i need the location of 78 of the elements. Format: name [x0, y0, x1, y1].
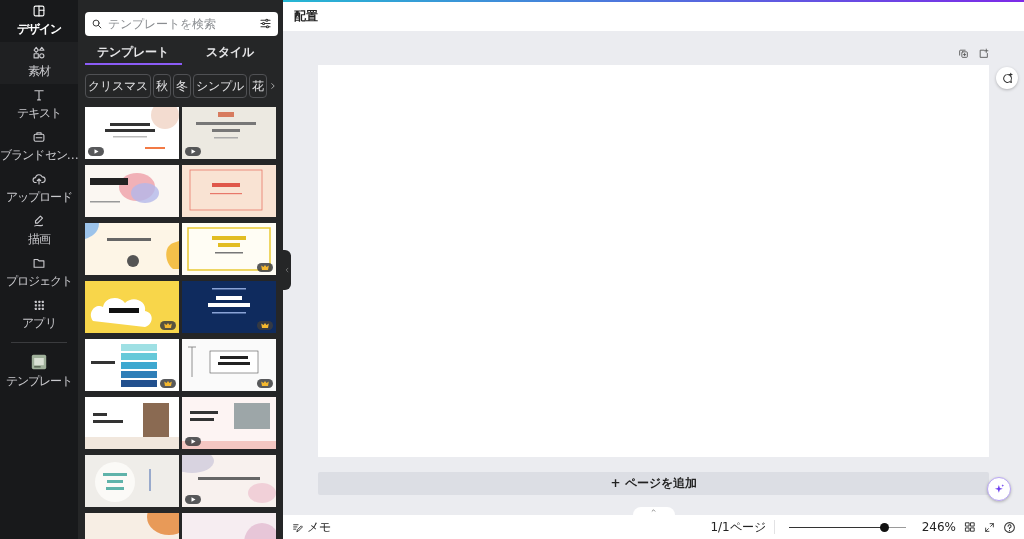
briefcase-icon	[32, 130, 46, 144]
duplicate-page-button[interactable]	[958, 47, 969, 59]
panel-tab[interactable]: スタイル	[181, 41, 278, 65]
template-thumbnail[interactable]	[85, 281, 179, 333]
play-badge-icon	[185, 495, 201, 504]
rail-tab[interactable]: テンプレート	[0, 351, 78, 393]
rail-tab[interactable]: テキスト	[0, 84, 78, 126]
filter-chip[interactable]: 花	[249, 74, 267, 98]
template-thumbnail[interactable]	[182, 281, 276, 333]
slide-preview-drawing	[187, 346, 259, 378]
template-thumbnail[interactable]	[85, 165, 179, 217]
rail-tab[interactable]: ブランドセン…	[0, 126, 78, 168]
crown-badge-icon	[160, 321, 176, 330]
filter-chip[interactable]: シンプル	[193, 74, 247, 98]
chevron-left-icon	[284, 266, 290, 274]
play-badge-icon	[185, 147, 201, 156]
slide-preview-drawing	[147, 513, 179, 535]
comment-plus-icon	[1000, 71, 1014, 85]
slide-preview-drawing	[95, 462, 151, 502]
zoom-percentage: 246%	[921, 520, 956, 534]
crown-badge-icon	[257, 321, 273, 330]
notes-pen-icon	[292, 521, 303, 533]
search-field[interactable]: テンプレートを検索	[85, 12, 278, 36]
slide-preview-drawing	[91, 344, 157, 387]
arrange-button[interactable]: 配置	[292, 6, 320, 27]
pen-icon	[32, 214, 46, 228]
template-thumbnail[interactable]	[85, 455, 179, 507]
cloud-upload-icon	[32, 172, 46, 186]
slide-preview-drawing	[244, 523, 276, 539]
grid-view-icon	[964, 521, 976, 533]
crown-badge-icon	[160, 379, 176, 388]
slide-preview-drawing	[90, 173, 159, 203]
rail-tab[interactable]: アップロード	[0, 168, 78, 210]
expand-icon	[984, 521, 995, 533]
duplicate-icon	[958, 47, 969, 59]
fullscreen-button[interactable]	[984, 521, 995, 533]
template-thumbnail[interactable]	[85, 339, 179, 391]
add-page-button[interactable]: + ページを追加	[318, 472, 989, 495]
rail-tab[interactable]: アプリ	[0, 294, 78, 336]
crown-badge-icon	[257, 263, 273, 272]
apps-grid-icon	[32, 298, 46, 312]
magic-assistant-button[interactable]	[987, 477, 1011, 501]
shapes-icon	[32, 46, 46, 60]
folder-icon	[32, 256, 46, 270]
collapse-panel-button[interactable]	[283, 250, 291, 290]
page-count: 1/1ページ	[710, 518, 766, 536]
add-page-icon-button[interactable]	[978, 47, 989, 59]
template-thumbnail[interactable]	[85, 107, 179, 159]
panel-tab[interactable]: テンプレート	[85, 41, 182, 65]
zoom-slider-thumb[interactable]	[880, 522, 890, 532]
template-thumbnail-icon	[31, 354, 47, 370]
crown-badge-icon	[257, 379, 273, 388]
notes-button[interactable]: メモ	[292, 518, 331, 536]
search-icon	[91, 18, 103, 30]
play-badge-icon	[185, 437, 201, 446]
filter-chip[interactable]: 冬	[173, 74, 191, 98]
slide-preview-drawing	[90, 298, 152, 327]
chevron-right-icon	[269, 81, 277, 91]
help-button[interactable]	[1003, 520, 1016, 534]
template-thumbnail[interactable]	[182, 107, 276, 159]
filter-chip[interactable]: 秋	[153, 74, 171, 98]
slide-preview-drawing	[208, 288, 250, 314]
help-icon	[1003, 520, 1016, 534]
slide-preview-drawing	[196, 112, 256, 139]
add-comment-button[interactable]	[996, 67, 1018, 89]
filter-sliders-icon	[259, 17, 272, 30]
chevron-up-icon	[650, 507, 657, 514]
play-badge-icon	[88, 147, 104, 156]
rail-tab[interactable]: プロジェクト	[0, 252, 78, 294]
rail-tab[interactable]: 描画	[0, 210, 78, 252]
rail-tab[interactable]: 素材	[0, 42, 78, 84]
layout-icon	[32, 4, 46, 18]
add-page-icon	[978, 47, 989, 59]
template-thumbnail[interactable]	[182, 339, 276, 391]
grid-view-button[interactable]	[964, 521, 976, 533]
text-icon	[32, 88, 46, 102]
template-thumbnail[interactable]	[182, 165, 276, 217]
filter-chip[interactable]: クリスマス	[85, 74, 151, 98]
